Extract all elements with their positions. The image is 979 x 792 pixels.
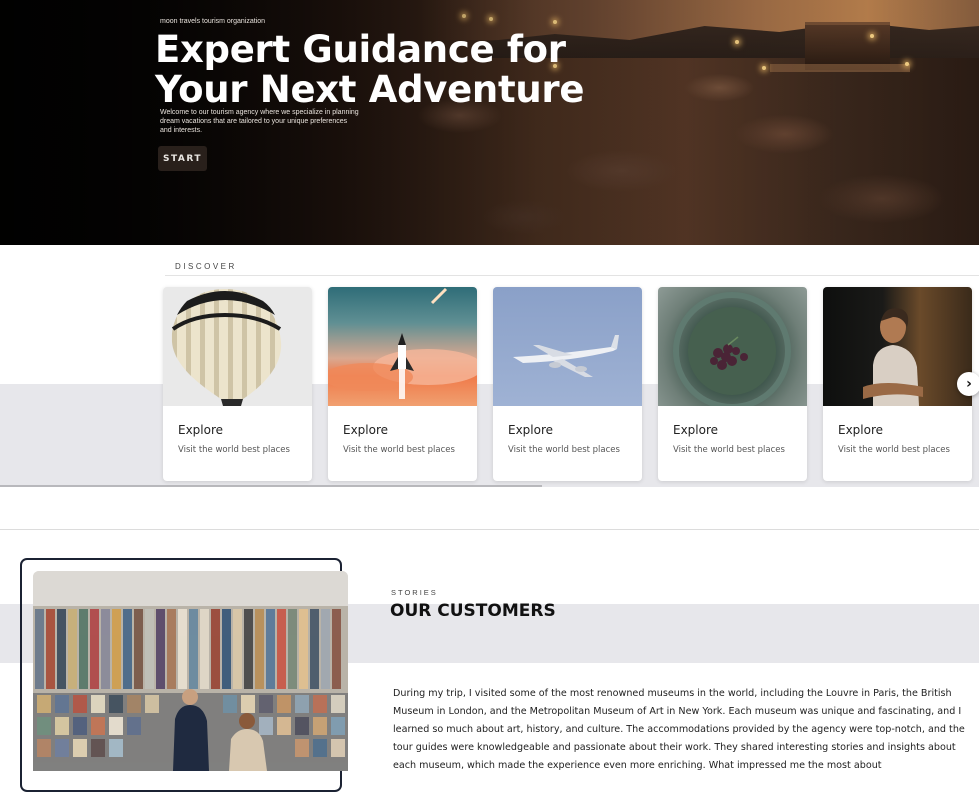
grapes-plate-icon bbox=[673, 292, 791, 406]
discover-divider bbox=[165, 275, 979, 276]
carousel-next-button[interactable]: › bbox=[957, 372, 979, 396]
card-image-grapes bbox=[658, 287, 807, 406]
hero-organization-name: moon travels tourism organization bbox=[160, 18, 266, 25]
chevron-right-icon: › bbox=[966, 376, 972, 392]
explore-card[interactable]: Explore Visit the world best places bbox=[823, 287, 972, 481]
customer-story-text: During my trip, I visited some of the mo… bbox=[393, 688, 965, 771]
explore-card[interactable]: Explore Visit the world best places bbox=[328, 287, 477, 481]
card-title: Explore bbox=[508, 423, 554, 437]
hero-title-line-1: Expert Guidance for bbox=[155, 28, 566, 71]
hero-section: moon travels tourism organization Expert… bbox=[0, 0, 979, 245]
explore-card[interactable]: Explore Visit the world best places bbox=[493, 287, 642, 481]
postcard-wall-photo bbox=[33, 571, 348, 771]
card-image-airplane bbox=[493, 287, 642, 406]
card-image-space-shuttle bbox=[328, 287, 477, 406]
explore-card[interactable]: Explore Visit the world best places bbox=[163, 287, 312, 481]
woman-portrait-icon bbox=[863, 308, 923, 406]
stories-label: STORIES bbox=[391, 588, 438, 597]
card-subtitle: Visit the world best places bbox=[178, 445, 290, 455]
hero-title: Expert Guidance for Your Next Adventure bbox=[155, 30, 584, 110]
card-image-hot-air-balloon bbox=[163, 287, 312, 406]
explore-card[interactable]: Explore Visit the world best places bbox=[658, 287, 807, 481]
space-shuttle-icon bbox=[328, 287, 477, 399]
hot-air-balloon-icon bbox=[171, 289, 282, 406]
section-divider bbox=[0, 529, 979, 530]
card-title: Explore bbox=[673, 423, 719, 437]
card-subtitle: Visit the world best places bbox=[508, 445, 620, 455]
card-subtitle: Visit the world best places bbox=[343, 445, 455, 455]
hero-description: Welcome to our tourism agency where we s… bbox=[160, 109, 359, 134]
airplane-icon bbox=[513, 335, 619, 377]
start-button[interactable]: START bbox=[158, 146, 207, 171]
postcard-wall-image bbox=[33, 571, 348, 771]
card-title: Explore bbox=[178, 423, 224, 437]
card-title: Explore bbox=[343, 423, 389, 437]
stories-title: OUR CUSTOMERS bbox=[390, 601, 556, 621]
discover-label: DISCOVER bbox=[175, 262, 237, 271]
card-subtitle: Visit the world best places bbox=[838, 445, 950, 455]
card-subtitle: Visit the world best places bbox=[673, 445, 785, 455]
card-image-woman bbox=[823, 287, 972, 406]
card-title: Explore bbox=[838, 423, 884, 437]
hero-title-line-2: Your Next Adventure bbox=[155, 68, 585, 111]
carousel-scrollbar[interactable] bbox=[0, 485, 542, 487]
